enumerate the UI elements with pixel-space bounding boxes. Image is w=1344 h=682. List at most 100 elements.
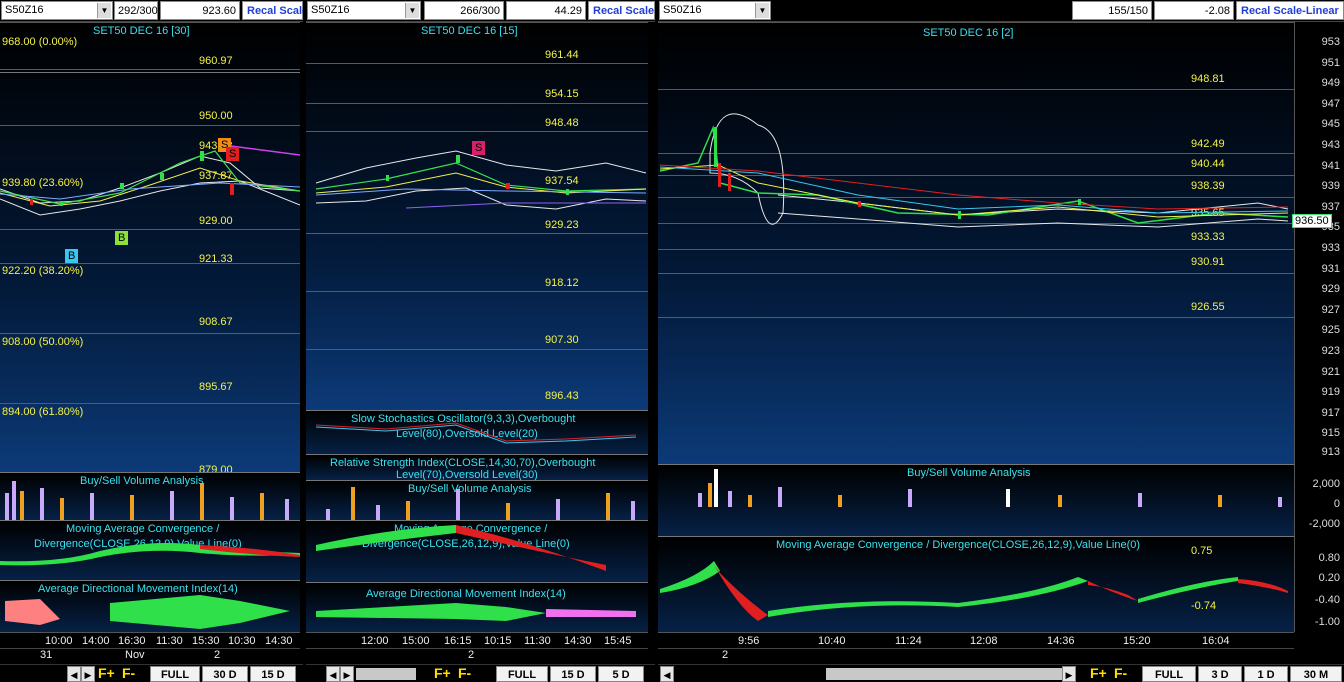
chart-panel-1: S50Z16 ▼ 292/300 923.60 Recal Scale SET50… [0, 0, 303, 682]
time-label: 15:00 [402, 635, 430, 647]
recal-scale-button[interactable]: Recal Scale [588, 1, 655, 20]
zoom-out-button[interactable]: F- [458, 665, 471, 681]
zoom-in-button[interactable]: F+ [98, 665, 115, 681]
y-tick: 0 [1333, 498, 1340, 510]
time-label: 11:30 [156, 635, 183, 647]
y-tick: 0.20 [1318, 572, 1340, 584]
time-axis: 9:56 10:40 11:24 12:08 14:36 15:20 16:04 [658, 632, 1294, 648]
bottom-toolbar: ◀ ▶ F+ F- FULL 30 D 15 D [0, 664, 303, 682]
time-label: 15:20 [1123, 635, 1151, 647]
range-30m-button[interactable]: 30 M [1290, 666, 1342, 682]
price-chart[interactable]: SET50 DEC 16 [2] 948.81 942.49 940.44 93… [658, 22, 1294, 464]
chevron-down-icon[interactable]: ▼ [755, 3, 769, 18]
scroll-right-button[interactable]: ▶ [81, 666, 95, 682]
volume-panel[interactable]: Buy/Sell Volume Analysis [0, 472, 300, 521]
time-label: 14:00 [82, 635, 110, 647]
date-label: 2 [214, 649, 221, 661]
range-30d-button[interactable]: 30 D [202, 666, 248, 682]
horizontal-scrollbar[interactable] [356, 668, 416, 680]
range-5d-button[interactable]: 5 D [598, 666, 644, 682]
symbol-text: S50Z16 [5, 4, 44, 16]
date-label: Nov [125, 649, 145, 661]
macd-panel[interactable]: Moving Average Convergence / Divergence(… [658, 536, 1294, 632]
zoom-out-button[interactable]: F- [1114, 665, 1127, 681]
scroll-left-button[interactable]: ◀ [67, 666, 81, 682]
adx-area [316, 603, 636, 621]
chevron-down-icon[interactable]: ▼ [97, 3, 111, 18]
price-chart[interactable]: SET50 DEC 16 [30] 960.97 950.00 943.93 9… [0, 22, 300, 476]
bottom-toolbar: ◀ ▶ F+ F- FULL 15 D 5 D [306, 664, 655, 682]
chart-panel-2: S50Z16 ▼ 266/300 44.29 Recal Scale SET50 … [306, 0, 655, 682]
volume-bars [326, 487, 635, 521]
symbol-select[interactable]: S50Z16 ▼ [659, 1, 771, 20]
range-full-button[interactable]: FULL [1142, 666, 1196, 682]
time-label: 14:36 [1047, 635, 1075, 647]
adx-area [5, 595, 290, 629]
y-tick: -2,000 [1308, 518, 1340, 530]
time-label: 10:30 [228, 635, 256, 647]
adx-panel[interactable]: Average Directional Movement Index(14) [0, 580, 300, 632]
volume-panel[interactable]: Buy/Sell Volume Analysis [306, 480, 648, 521]
scroll-right-button[interactable]: ▶ [340, 666, 354, 682]
scroll-left-button[interactable]: ◀ [660, 666, 674, 682]
time-label: 10:40 [818, 635, 846, 647]
price-axis[interactable]: 953 951 949 947 945 943 941 939 937 935 … [1294, 22, 1344, 464]
y-tick: 945 [1321, 118, 1340, 130]
y-tick: 0.80 [1318, 552, 1340, 564]
zoom-out-button[interactable]: F- [122, 665, 135, 681]
recal-scale-button[interactable]: Recal Scale-Linear [1236, 1, 1344, 20]
signal-sell-marker[interactable]: S [226, 147, 240, 161]
y-tick: 915 [1321, 427, 1340, 439]
rsi-panel[interactable]: Relative Strength Index(CLOSE,14,30,70),… [306, 454, 648, 481]
range-3d-button[interactable]: 3 D [1198, 666, 1242, 682]
adx-panel[interactable]: Average Directional Movement Index(14) [306, 582, 648, 632]
volume-bars [698, 469, 1282, 507]
y-tick: 923 [1321, 345, 1340, 357]
time-label: 10:15 [484, 635, 512, 647]
scroll-right-button[interactable]: ▶ [1062, 666, 1076, 682]
zoom-in-button[interactable]: F+ [1090, 665, 1107, 681]
volume-axis: 2,000 0 -2,000 [1294, 464, 1344, 536]
recal-scale-button[interactable]: Recal Scale [242, 1, 303, 20]
signal-buy-marker[interactable]: B [65, 249, 79, 263]
y-tick: 921 [1321, 366, 1340, 378]
chevron-down-icon[interactable]: ▼ [405, 3, 419, 18]
time-label: 16:15 [444, 635, 472, 647]
symbol-select[interactable]: S50Z16 ▼ [1, 1, 113, 20]
y-tick: -0.40 [1314, 594, 1340, 606]
price-candles [659, 113, 1289, 228]
y-tick: 931 [1321, 263, 1340, 275]
range-1d-button[interactable]: 1 D [1244, 666, 1288, 682]
panel-header: S50Z16 ▼ 155/150 -2.08 Recal Scale-Linear [658, 0, 1344, 22]
zoom-in-button[interactable]: F+ [434, 665, 451, 681]
macd-panel[interactable]: Moving Average Convergence / Divergence(… [306, 520, 648, 582]
value-readout: -2.08 [1154, 1, 1234, 20]
time-axis: 12:00 15:00 16:15 10:15 11:30 14:30 15:4… [306, 632, 648, 648]
date-label: 31 [40, 649, 53, 661]
time-label: 12:00 [361, 635, 389, 647]
stochastics-panel[interactable]: Slow Stochastics Oscillator(9,3,3),Overb… [306, 410, 648, 454]
y-tick: 2,000 [1312, 478, 1340, 490]
range-full-button[interactable]: FULL [150, 666, 200, 682]
y-tick: 937 [1321, 201, 1340, 213]
macd-panel[interactable]: Moving Average Convergence / Divergence(… [0, 520, 300, 580]
y-tick: 939 [1321, 180, 1340, 192]
y-tick: 933 [1321, 242, 1340, 254]
horizontal-scrollbar[interactable] [826, 668, 1062, 680]
scroll-left-button[interactable]: ◀ [326, 666, 340, 682]
volume-bars [5, 481, 289, 521]
range-15d-button[interactable]: 15 D [550, 666, 596, 682]
symbol-text: S50Z16 [311, 4, 350, 16]
y-tick: 951 [1321, 57, 1340, 69]
symbol-select[interactable]: S50Z16 ▼ [307, 1, 421, 20]
range-full-button[interactable]: FULL [496, 666, 548, 682]
range-15d-button[interactable]: 15 D [250, 666, 296, 682]
signal-buy-marker[interactable]: B [115, 231, 129, 245]
date-label: 2 [468, 649, 475, 661]
signal-sell-marker[interactable]: S [472, 141, 486, 155]
price-chart[interactable]: SET50 DEC 16 [15] 961.44 954.15 948.48 9… [306, 22, 648, 410]
bottom-toolbar: ◀ ▶ F+ F- FULL 3 D 1 D 30 M [658, 664, 1344, 682]
time-label: 12:08 [970, 635, 998, 647]
volume-panel[interactable]: Buy/Sell Volume Analysis [658, 464, 1294, 536]
macd-hist [0, 543, 300, 566]
